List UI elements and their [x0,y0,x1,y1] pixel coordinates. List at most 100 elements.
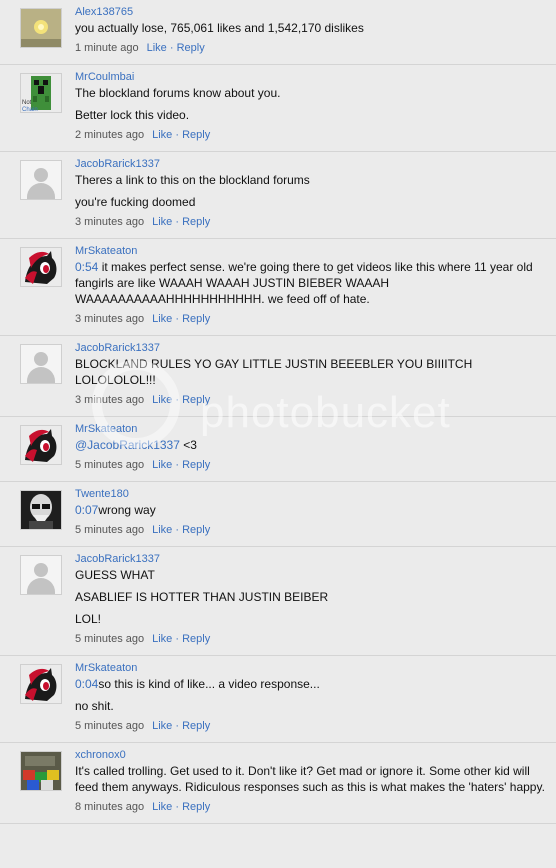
action-separator: · [175,524,180,536]
like-button[interactable]: Like [152,801,172,813]
comment-meta: 3 minutes ago Like · Reply [75,313,556,326]
comment-paragraph: no shit. [75,698,556,714]
comment-paragraph: you actually lose, 765,061 likes and 1,5… [75,20,556,36]
comment-text: It's called trolling. Get used to it. Do… [75,763,556,795]
like-button[interactable]: Like [152,313,172,325]
comment-author-link[interactable]: MrCoulmbai [75,71,556,84]
comment-paragraph: 0:04so this is kind of like... a video r… [75,676,556,692]
action-separator: · [175,459,180,471]
default-avatar[interactable] [20,555,62,595]
comment-paragraph: 0:54 it makes perfect sense. we're going… [75,259,556,307]
comment-meta: 3 minutes ago Like · Reply [75,216,556,229]
comment-time: 3 minutes ago [75,313,145,325]
comment-paragraph-text: it makes perfect sense. we're going ther… [75,260,533,306]
comment-paragraph-text: you actually lose, 765,061 likes and 1,5… [75,21,364,35]
comment-paragraph-text: you're fucking doomed [75,195,196,209]
comment-paragraph: ASABLIEF IS HOTTER THAN JUSTIN BEIBER [75,589,556,605]
comment-paragraph: Better lock this video. [75,107,556,123]
comment-item: JacobRarick1337 GUESS WHAT ASABLIEF IS HOT… [0,547,556,656]
svg-text:Chain: Chain [22,107,38,112]
comment-time: 3 minutes ago [75,216,145,228]
comment-paragraph: LOL! [75,611,556,627]
comment-author-link[interactable]: JacobRarick1337 [75,342,556,355]
comment-item: MrSkateaton 0:54 it makes perfect sense. … [0,239,556,336]
comment-paragraph-text: The blockland forums know about you. [75,86,281,100]
like-button[interactable]: Like [147,42,167,54]
comment-paragraph-text: <3 [179,438,197,452]
reply-button[interactable]: Reply [182,129,210,141]
comment-author-link[interactable]: xchronox0 [75,749,556,762]
reply-button[interactable]: Reply [182,524,210,536]
reply-button[interactable]: Reply [182,216,210,228]
comment-author-link[interactable]: JacobRarick1337 [75,158,556,171]
reply-button[interactable]: Reply [182,720,210,732]
comment-item: MrSkateaton @JacobRarick1337 <3 5 minutes … [0,417,556,482]
action-separator: · [175,801,180,813]
like-button[interactable]: Like [152,720,172,732]
comment-paragraph-text: no shit. [75,699,114,713]
comment-time: 5 minutes ago [75,720,145,732]
comment-paragraph: It's called trolling. Get used to it. Do… [75,763,556,795]
comment-item: Twente180 0:07wrong way 5 minutes ago Like … [0,482,556,547]
comment-item: Not Chain MrCoulmbai The blockland forums k… [0,65,556,152]
sun-avatar[interactable] [20,8,62,48]
comment-item: JacobRarick1337 BLOCKLAND RULES YO GAY LI… [0,336,556,417]
comment-paragraph-text: Theres a link to this on the blockland f… [75,173,310,187]
comment-meta: 5 minutes ago Like · Reply [75,720,556,733]
video-timestamp-link[interactable]: 0:07 [75,503,98,517]
pony-avatar[interactable] [20,425,62,465]
reply-button[interactable]: Reply [182,633,210,645]
reply-button[interactable]: Reply [182,313,210,325]
comment-time: 5 minutes ago [75,524,145,536]
svg-text:Not: Not [22,100,32,106]
comment-text: 0:54 it makes perfect sense. we're going… [75,259,556,307]
comment-paragraph: The blockland forums know about you. [75,85,556,101]
action-separator: · [175,720,180,732]
comment-paragraph: 0:07wrong way [75,502,556,518]
reply-button[interactable]: Reply [182,801,210,813]
action-separator: · [175,633,180,645]
bald-avatar[interactable] [20,490,62,530]
comment-paragraph: Theres a link to this on the blockland f… [75,172,556,188]
comment-text: 0:04so this is kind of like... a video r… [75,676,556,714]
comment-paragraph-text: Better lock this video. [75,108,190,122]
comment-time: 2 minutes ago [75,129,145,141]
video-timestamp-link[interactable]: 0:04 [75,677,98,691]
comment-author-link[interactable]: MrSkateaton [75,662,556,675]
comment-author-link[interactable]: MrSkateaton [75,245,556,258]
comment-text: you actually lose, 765,061 likes and 1,5… [75,20,556,36]
comment-paragraph: you're fucking doomed [75,194,556,210]
action-separator: · [175,129,180,141]
like-button[interactable]: Like [152,129,172,141]
like-button[interactable]: Like [152,633,172,645]
comment-author-link[interactable]: Alex138765 [75,6,556,19]
pony-avatar[interactable] [20,247,62,287]
reply-button[interactable]: Reply [182,459,210,471]
comment-paragraph-text: It's called trolling. Get used to it. Do… [75,764,545,794]
comment-item: Alex138765 you actually lose, 765,061 lik… [0,0,556,65]
video-timestamp-link[interactable]: 0:54 [75,260,98,274]
reply-button[interactable]: Reply [182,394,210,406]
comment-time: 5 minutes ago [75,633,145,645]
comment-author-link[interactable]: JacobRarick1337 [75,553,556,566]
like-button[interactable]: Like [152,459,172,471]
comment-meta: 5 minutes ago Like · Reply [75,524,556,537]
action-separator: · [169,42,174,54]
reply-button[interactable]: Reply [177,42,205,54]
cubes-avatar[interactable] [20,751,62,791]
like-button[interactable]: Like [152,524,172,536]
comment-author-link[interactable]: Twente180 [75,488,556,501]
comment-paragraph: GUESS WHAT [75,567,556,583]
comment-paragraph-text: ASABLIEF IS HOTTER THAN JUSTIN BEIBER [75,590,329,604]
action-separator: · [175,313,180,325]
default-avatar[interactable] [20,344,62,384]
action-separator: · [175,216,180,228]
default-avatar[interactable] [20,160,62,200]
comment-text: The blockland forums know about you. Bett… [75,85,556,123]
pony-avatar[interactable] [20,664,62,704]
comment-item: MrSkateaton 0:04so this is kind of like..… [0,656,556,743]
comment-time: 5 minutes ago [75,459,145,471]
like-button[interactable]: Like [152,216,172,228]
comment-text: Theres a link to this on the blockland f… [75,172,556,210]
creeper-avatar[interactable]: Not Chain [20,73,62,113]
